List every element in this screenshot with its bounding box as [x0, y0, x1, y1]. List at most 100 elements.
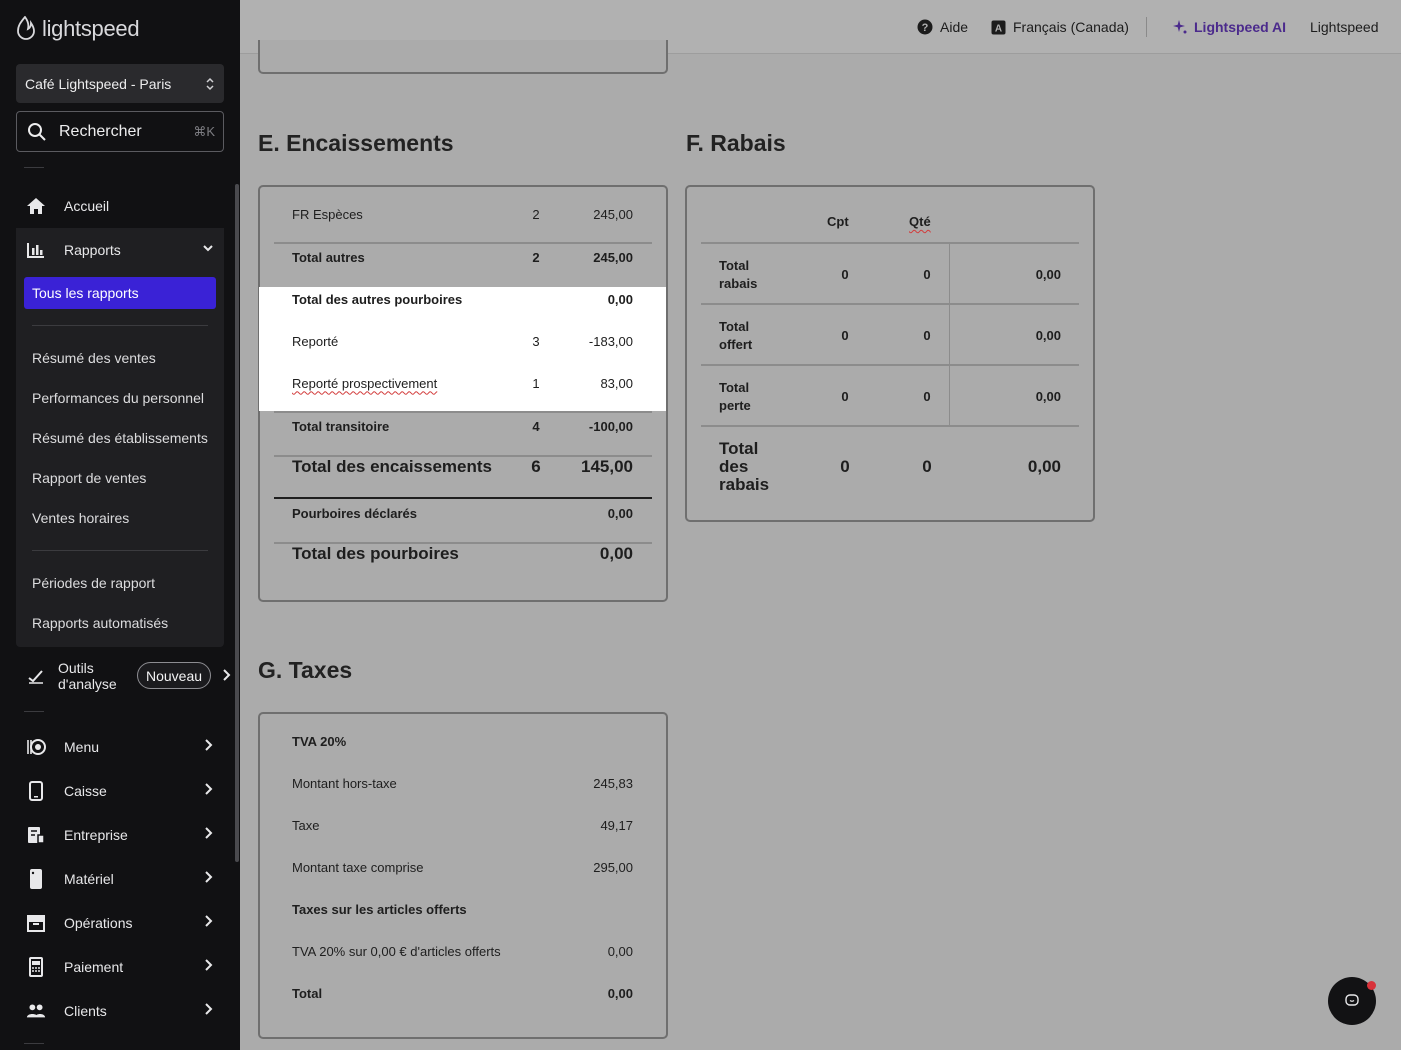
row-label: FR Espèces: [292, 206, 363, 222]
account-menu[interactable]: Lightspeed: [1310, 19, 1379, 35]
row-label: Montant hors-taxe: [292, 775, 397, 791]
nav-menu-label: Menu: [64, 739, 100, 755]
row-label: Total des encaissements: [292, 457, 492, 476]
row-label: Total transitoire: [292, 418, 390, 434]
row-qte: 0: [923, 389, 931, 404]
sidebar-item-resume-etablissements[interactable]: Résumé des établissements: [32, 430, 208, 446]
nav-accueil[interactable]: Accueil: [16, 186, 224, 226]
nav-caisse[interactable]: Caisse: [16, 771, 224, 811]
divider: [24, 711, 44, 712]
table-row: Total rabais 0 0 0,00: [701, 257, 1079, 297]
sidebar-item-ventes-horaires[interactable]: Ventes horaires: [32, 510, 129, 526]
sidebar-item-periodes[interactable]: Périodes de rapport: [32, 575, 155, 591]
language-label: Français (Canada): [1013, 19, 1129, 35]
row-label: Total des rabais: [719, 439, 770, 494]
payment-terminal-icon: [26, 957, 46, 977]
sidebar-item-rapport-ventes[interactable]: Rapport de ventes: [32, 470, 146, 486]
sidebar-item-resume-ventes[interactable]: Résumé des ventes: [32, 350, 156, 366]
submenu-divider: [32, 325, 208, 326]
venue-selector[interactable]: Café Lightspeed - Paris: [16, 64, 224, 103]
nav-entreprise[interactable]: Entreprise: [16, 815, 224, 855]
total-divider: [274, 497, 652, 499]
row-count: 3: [532, 333, 540, 349]
svg-text:?: ?: [922, 22, 929, 34]
row-amount: 145,00: [581, 457, 633, 476]
row-qte: 0: [923, 267, 931, 282]
row-amount: 0,00: [1035, 328, 1061, 343]
previous-section-card: [258, 40, 668, 74]
lightspeed-ai-button[interactable]: Lightspeed AI: [1173, 19, 1286, 35]
chat-bubble-icon: [1345, 994, 1359, 1006]
row-amount: 83,00: [600, 375, 633, 391]
bar-chart-icon: [26, 240, 46, 260]
lightspeed-logo[interactable]: lightspeed: [16, 16, 140, 42]
header-qte: Qté: [909, 214, 931, 229]
taxes-title: G. Taxes: [258, 657, 353, 683]
sidebar-item-performances[interactable]: Performances du personnel: [32, 390, 204, 406]
row-cpt: 0: [840, 457, 850, 476]
chevron-right-icon: [205, 1003, 213, 1015]
sidebar-item-rapports-automatises[interactable]: Rapports automatisés: [32, 615, 168, 631]
search-input[interactable]: Rechercher ⌘K: [16, 111, 224, 152]
nav-rapports[interactable]: Rapports: [16, 230, 224, 270]
help-link[interactable]: ? Aide: [917, 19, 968, 35]
encaissements-title: E. Encaissements: [258, 130, 454, 156]
row-divider: [274, 242, 652, 244]
nav-menu[interactable]: Menu: [16, 727, 224, 767]
row-label: Total perte: [719, 380, 751, 413]
nav-clients-label: Clients: [64, 1003, 107, 1019]
nav-operations-label: Opérations: [64, 915, 133, 931]
row-count: 1: [532, 375, 540, 391]
row-divider: [701, 303, 1079, 305]
table-row-total: Total des rabais 0 0 0,00: [701, 440, 1079, 496]
nav-clients[interactable]: Clients: [16, 991, 224, 1031]
row-amount: 0,00: [599, 544, 633, 563]
logo-text: lightspeed: [42, 16, 140, 41]
row-amount: 0,00: [1035, 389, 1061, 404]
language-selector[interactable]: A Français (Canada): [991, 19, 1129, 35]
row-label: Montant taxe comprise: [292, 859, 424, 875]
chevron-right-icon: [205, 871, 213, 883]
row-amount: 0,00: [607, 505, 633, 521]
flame-logo-icon: [17, 16, 35, 40]
row-amount: 0,00: [607, 985, 633, 1001]
menu-dish-icon: [26, 737, 46, 757]
row-qte: 0: [923, 328, 931, 343]
sidebar-scrollbar[interactable]: [235, 184, 239, 862]
nav-accueil-label: Accueil: [64, 198, 110, 214]
row-label: Reporté prospectivement: [292, 375, 438, 391]
row-amount: 0,00: [1035, 267, 1061, 282]
nav-paiement[interactable]: Paiement: [16, 947, 224, 987]
sidebar-item-tous-les-rapports[interactable]: Tous les rapports: [24, 277, 216, 309]
sidebar: lightspeed Café Lightspeed - Paris Reche…: [0, 0, 240, 1050]
row-count: 2: [532, 249, 540, 265]
row-cpt: 0: [841, 389, 849, 404]
new-badge: Nouveau: [137, 662, 212, 689]
sidebar-item-label: Tous les rapports: [32, 285, 139, 301]
language-icon: A: [991, 20, 1006, 34]
row-label: Taxes sur les articles offerts: [292, 901, 467, 917]
nav-operations[interactable]: Opérations: [16, 903, 224, 943]
row-cpt: 0: [841, 328, 849, 343]
nav-materiel[interactable]: Matériel: [16, 859, 224, 899]
nav-outils-label: Outils d'analyse: [58, 660, 117, 692]
sparkle-icon: [1173, 20, 1187, 34]
notification-dot: [1367, 981, 1376, 990]
submenu-divider: [32, 550, 208, 551]
header-cpt: Cpt: [827, 214, 849, 229]
row-amount: 245,00: [593, 206, 633, 222]
chevron-right-icon: [223, 669, 231, 681]
nav-entreprise-label: Entreprise: [64, 827, 128, 843]
row-label: Total autres: [292, 249, 365, 265]
search-shortcut: ⌘K: [193, 123, 215, 139]
row-divider: [701, 242, 1079, 244]
row-amount: 0,00: [607, 291, 633, 307]
home-icon: [26, 196, 46, 216]
table-row: Total offert 0 0 0,00: [701, 318, 1079, 358]
row-label: TVA 20%: [292, 733, 347, 749]
row-qte: 0: [922, 457, 932, 476]
row-label: Total des autres pourboires: [292, 291, 463, 307]
row-cpt: 0: [841, 267, 849, 282]
row-label: Total rabais: [719, 258, 758, 291]
chevron-right-icon: [205, 959, 213, 971]
